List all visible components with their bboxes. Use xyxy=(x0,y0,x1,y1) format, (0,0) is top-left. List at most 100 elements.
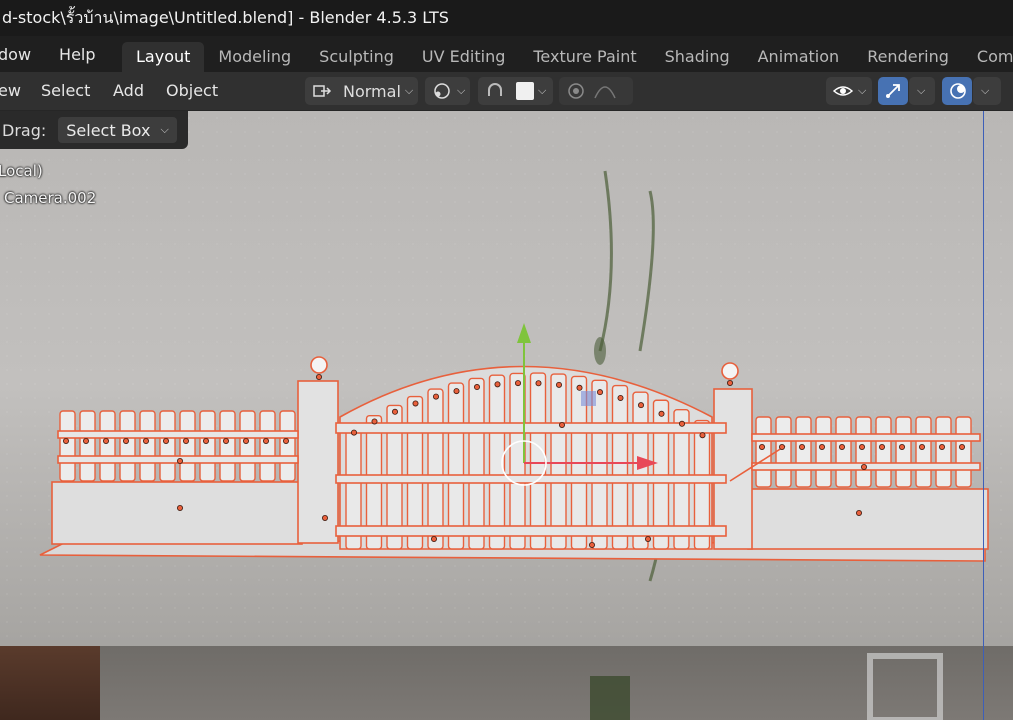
menu-window[interactable]: dow xyxy=(0,45,31,64)
gate-mid-rail xyxy=(335,474,727,484)
tab-modeling[interactable]: Modeling xyxy=(204,42,305,72)
object-origin-dot xyxy=(430,535,437,542)
gate-top-rail xyxy=(335,422,727,434)
picket xyxy=(915,416,932,488)
object-origin-dot xyxy=(391,408,398,415)
tab-shading[interactable]: Shading xyxy=(651,42,744,72)
picket xyxy=(239,410,256,482)
picket xyxy=(815,416,832,488)
object-origin-dot xyxy=(597,389,604,396)
picket xyxy=(935,416,952,488)
object-origin-dot xyxy=(699,432,706,439)
object-origin-dot xyxy=(515,380,522,387)
tab-texture-paint[interactable]: Texture Paint xyxy=(519,42,650,72)
chevron-down-icon: ⌵ xyxy=(457,84,466,97)
drag-value: Select Box xyxy=(66,120,151,140)
top-bar: dow Help Layout Modeling Sculpting UV Ed… xyxy=(0,36,1013,72)
picket xyxy=(179,410,196,482)
object-origin-dot xyxy=(262,437,269,444)
picket xyxy=(159,410,176,482)
picket xyxy=(895,416,912,488)
menu-add[interactable]: Add xyxy=(113,72,144,110)
3d-viewport[interactable]: Drag: Select Box ⌵ Local) Camera.002 xyxy=(0,111,1013,720)
eye-icon xyxy=(832,82,854,100)
menu-help[interactable]: Help xyxy=(59,45,95,64)
object-origin-dot xyxy=(282,437,289,444)
object-origin-dot xyxy=(839,443,846,450)
tab-layout[interactable]: Layout xyxy=(122,42,205,72)
gate-bar xyxy=(529,372,547,550)
overlays-icon xyxy=(948,82,968,100)
object-origin-dot xyxy=(222,437,229,444)
picket xyxy=(875,416,892,488)
snap-toggle[interactable]: ⌵ xyxy=(478,77,553,105)
tab-compositing[interactable]: Comp xyxy=(963,42,1013,72)
transform-orientation-dropdown[interactable]: Normal ⌵ xyxy=(305,77,418,105)
object-origin-dot xyxy=(559,421,566,428)
falloff-curve-icon xyxy=(593,82,617,100)
picket xyxy=(119,410,136,482)
gizmo-toggle[interactable] xyxy=(878,77,908,105)
object-origin-dot xyxy=(432,393,439,400)
picket xyxy=(855,416,872,488)
gizmo-dropdown[interactable]: ⌵ xyxy=(909,77,935,105)
menu-view[interactable]: ew xyxy=(0,72,21,110)
object-origin-dot xyxy=(242,437,249,444)
object-origin-dot xyxy=(123,437,130,444)
snap-target-icon xyxy=(516,82,534,100)
menu-object[interactable]: Object xyxy=(166,72,218,110)
gate-bar xyxy=(550,373,567,550)
object-origin-dot xyxy=(176,504,183,511)
tab-uv-editing[interactable]: UV Editing xyxy=(408,42,519,72)
background-frame xyxy=(867,653,943,720)
object-origin-dot xyxy=(103,437,110,444)
visibility-dropdown[interactable]: ⌵ xyxy=(826,77,872,105)
view-name-label: Local) xyxy=(0,162,43,180)
left-lamp xyxy=(310,356,328,374)
gate-bar xyxy=(611,384,629,550)
picket xyxy=(259,410,276,482)
menu-select[interactable]: Select xyxy=(41,72,90,110)
object-origin-dot xyxy=(939,443,946,450)
object-origin-dot xyxy=(727,379,734,386)
orientation-value: Normal xyxy=(343,81,401,101)
chevron-down-icon: ⌵ xyxy=(917,84,926,97)
object-origin-dot xyxy=(899,443,906,450)
overlays-dropdown[interactable]: ⌵ xyxy=(973,77,1001,105)
object-origin-dot xyxy=(861,463,868,470)
gizmo-icon xyxy=(884,82,904,100)
chevron-down-icon: ⌵ xyxy=(538,84,547,97)
drag-label: Drag: xyxy=(2,120,47,140)
left-pillar xyxy=(297,380,339,544)
drag-select-dropdown[interactable]: Select Box ⌵ xyxy=(58,117,177,143)
proportional-editing-toggle[interactable] xyxy=(559,77,633,105)
viewport-header: ew Select Add Object Normal ⌵ ⌵ ⌵ ⌵ ⌵ ⌵ xyxy=(0,72,1013,111)
gate-bar xyxy=(447,382,465,550)
chevron-down-icon: ⌵ xyxy=(858,84,867,97)
object-origin-dot xyxy=(779,443,786,450)
tab-sculpting[interactable]: Sculpting xyxy=(305,42,408,72)
object-origin-dot xyxy=(182,437,189,444)
object-origin-dot xyxy=(162,437,169,444)
picket xyxy=(79,410,96,482)
tab-rendering[interactable]: Rendering xyxy=(853,42,963,72)
camera-boundary-line xyxy=(983,111,984,720)
gate-bottom-rail xyxy=(335,525,727,537)
window-title: d-stock\รั้วบ้าน\image\Untitled.blend] -… xyxy=(2,7,449,27)
pivot-point-dropdown[interactable]: ⌵ xyxy=(425,77,470,105)
picket xyxy=(199,410,216,482)
tab-animation[interactable]: Animation xyxy=(744,42,854,72)
object-origin-dot xyxy=(453,388,460,395)
object-origin-dot xyxy=(617,394,624,401)
picket xyxy=(755,416,772,488)
proportional-icon xyxy=(565,82,587,100)
gizmo-plane-handle[interactable] xyxy=(581,391,596,406)
plant-leaf xyxy=(594,337,606,365)
picket xyxy=(795,416,812,488)
chevron-down-icon: ⌵ xyxy=(160,123,169,136)
left-fence-rail-top xyxy=(57,430,299,439)
gizmo-y-arrow[interactable] xyxy=(517,323,531,343)
right-wall xyxy=(747,488,989,550)
orientation-icon xyxy=(311,82,333,100)
overlays-toggle[interactable] xyxy=(942,77,972,105)
